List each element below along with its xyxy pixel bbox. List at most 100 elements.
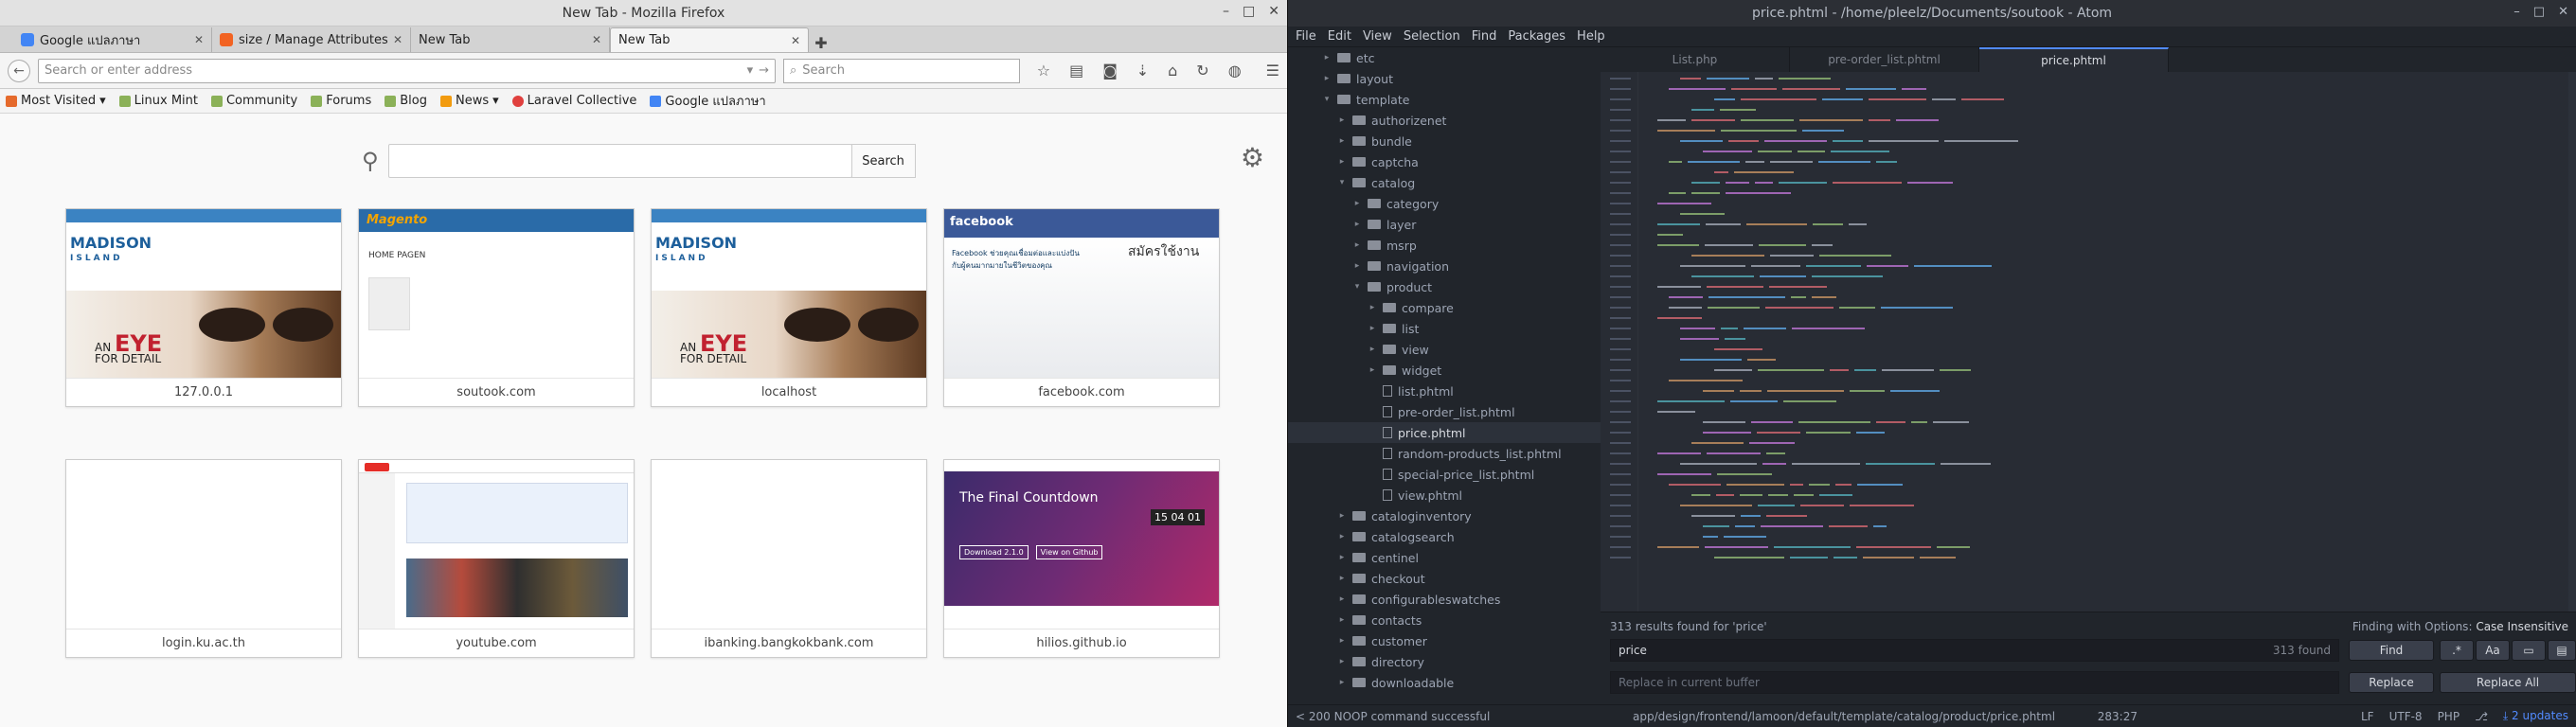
regex-toggle-icon[interactable]: .* [2440, 640, 2474, 661]
whole-word-toggle-icon[interactable]: ▤ [2548, 640, 2576, 661]
editor-tab-list-php[interactable]: List.php [1601, 47, 1790, 72]
pocket-icon[interactable]: ◙ [1102, 62, 1118, 80]
chevron-right-icon[interactable]: ▸ [1337, 532, 1347, 541]
tile-soutook[interactable]: Magento HOME PAGEN soutook.com [358, 208, 635, 407]
tile-localhost[interactable]: MADISON ISLAND AN EYE FOR DETAIL localhost [651, 208, 927, 407]
tab-manage-attributes[interactable]: size / Manage Attributes ... ✕ [212, 27, 411, 52]
tree-item[interactable]: ▾ product [1288, 276, 1601, 297]
editor-tab-pre-order[interactable]: pre-order_list.phtml [1790, 47, 1979, 72]
dropdown-arrow-icon[interactable]: ▾ [747, 63, 754, 78]
url-bar[interactable]: Search or enter address ▾ → [37, 58, 777, 83]
tree-item[interactable]: ▸ category [1288, 193, 1601, 214]
tab-new-tab-1[interactable]: New Tab ✕ [411, 27, 610, 52]
chevron-right-icon[interactable]: ▸ [1337, 574, 1347, 583]
tree-item[interactable]: ▸ cataloginventory [1288, 505, 1601, 526]
bookmark-star-icon[interactable]: ☆ [1037, 62, 1050, 80]
tree-item[interactable]: ▸ navigation [1288, 256, 1601, 276]
chevron-right-icon[interactable]: ▸ [1337, 636, 1347, 646]
tree-item[interactable]: ▸ captcha [1288, 151, 1601, 172]
editor-tab-price[interactable]: price.phtml [1979, 47, 2169, 72]
tree-item[interactable]: ▸ directory [1288, 651, 1601, 672]
chevron-down-icon[interactable]: ▾ [1352, 282, 1362, 292]
reading-list-icon[interactable]: ▤ [1069, 62, 1083, 80]
tree-item[interactable]: ▸ downloadable [1288, 672, 1601, 693]
chevron-right-icon[interactable]: ▸ [1337, 136, 1347, 146]
tree-item[interactable]: random-products_list.phtml [1288, 443, 1601, 464]
tree-item[interactable]: ▸ centinel [1288, 547, 1601, 568]
chevron-right-icon[interactable]: ▸ [1337, 594, 1347, 604]
bookmark-most-visited[interactable]: Most Visited ▾ [6, 94, 106, 108]
find-query[interactable]: price [1619, 644, 2273, 657]
menu-view[interactable]: View [1363, 29, 1392, 44]
tree-item[interactable]: ▸ widget [1288, 360, 1601, 381]
menu-selection[interactable]: Selection [1404, 29, 1460, 44]
sync-icon[interactable]: ↻ [1196, 62, 1208, 80]
tree-item[interactable]: ▸ checkout [1288, 568, 1601, 589]
tab-close-icon[interactable]: ✕ [592, 33, 601, 46]
tree-item[interactable]: ▾ template [1288, 89, 1601, 110]
chevron-right-icon[interactable]: ▸ [1368, 324, 1377, 333]
tree-item[interactable]: list.phtml [1288, 381, 1601, 401]
ntp-search-input[interactable] [387, 144, 852, 178]
find-button[interactable]: Find [2349, 640, 2434, 661]
menu-edit[interactable]: Edit [1328, 29, 1351, 44]
maximize-icon[interactable]: □ [1243, 4, 1255, 19]
go-arrow-icon[interactable]: → [759, 63, 769, 78]
find-input[interactable]: price 313 found [1610, 639, 2339, 662]
chevron-right-icon[interactable]: ▸ [1337, 157, 1347, 167]
bookmark-news[interactable]: News ▾ [439, 94, 499, 108]
close-icon[interactable]: ✕ [1268, 4, 1279, 19]
chevron-right-icon[interactable]: ▸ [1337, 511, 1347, 521]
chevron-right-icon[interactable]: ▸ [1337, 115, 1347, 125]
chat-icon[interactable]: ◍ [1228, 62, 1242, 80]
bookmark-laravel-collective[interactable]: Laravel Collective [511, 94, 636, 108]
tree-item[interactable]: view.phtml [1288, 485, 1601, 505]
bookmark-forums[interactable]: Forums [311, 94, 371, 108]
tree-item[interactable]: price.phtml [1288, 422, 1601, 443]
bookmark-community[interactable]: Community [210, 94, 297, 108]
tile-hilios[interactable]: The Final Countdown 15 04 01 Download 2.… [943, 459, 1220, 658]
tile-127-0-0-1[interactable]: MADISON ISLAND AN EYE FOR DETAIL 127.0.0.1 [65, 208, 342, 407]
menu-file[interactable]: File [1296, 29, 1316, 44]
status-line-ending[interactable]: LF [2361, 710, 2374, 723]
chevron-right-icon[interactable]: ▸ [1337, 615, 1347, 625]
tree-item[interactable]: ▸ compare [1288, 297, 1601, 318]
chevron-right-icon[interactable]: ▸ [1337, 657, 1347, 666]
tree-item[interactable]: pre-order_list.phtml [1288, 401, 1601, 422]
tile-bangkokbank[interactable]: ibanking.bangkokbank.com [651, 459, 927, 658]
back-arrow-icon[interactable]: ← [8, 59, 30, 82]
tree-item[interactable]: ▸ authorizenet [1288, 110, 1601, 131]
status-encoding[interactable]: UTF-8 [2389, 710, 2423, 723]
tree-item[interactable]: ▸ customer [1288, 630, 1601, 651]
new-tab-plus-icon[interactable]: ✚ [809, 34, 833, 52]
tree-item[interactable]: ▸ contacts [1288, 610, 1601, 630]
downloads-icon[interactable]: ⇣ [1136, 62, 1149, 80]
tree-item[interactable]: ▸ etc [1288, 47, 1601, 68]
tree-item[interactable]: ▸ layout [1288, 68, 1601, 89]
maximize-icon[interactable]: □ [2533, 5, 2545, 19]
chevron-right-icon[interactable]: ▸ [1337, 678, 1347, 687]
home-icon[interactable]: ⌂ [1168, 62, 1177, 80]
status-updates[interactable]: ⤓ 2 updates [2503, 709, 2568, 723]
status-file-path[interactable]: app/design/frontend/lamoon/default/templ… [1633, 710, 2083, 723]
case-toggle-icon[interactable]: Aa [2476, 640, 2510, 661]
status-grammar[interactable]: PHP [2438, 710, 2460, 723]
hamburger-menu-icon[interactable]: ☰ [1266, 62, 1279, 80]
chevron-down-icon[interactable]: ▾ [1337, 178, 1347, 187]
chevron-down-icon[interactable]: ▾ [1322, 95, 1332, 104]
chevron-right-icon[interactable]: ▸ [1352, 220, 1362, 229]
tree-item[interactable]: ▸ layer [1288, 214, 1601, 235]
tree-item[interactable]: ▸ configurableswatches [1288, 589, 1601, 610]
tab-close-icon[interactable]: ✕ [393, 33, 402, 46]
ntp-search-button[interactable]: Search [850, 144, 916, 178]
tab-close-icon[interactable]: ✕ [194, 33, 204, 46]
chevron-right-icon[interactable]: ▸ [1352, 261, 1362, 271]
chevron-right-icon[interactable]: ▸ [1368, 303, 1377, 312]
code-area[interactable] [1601, 72, 2576, 612]
tree-item[interactable]: ▾ catalog [1288, 172, 1601, 193]
replace-all-button[interactable]: Replace All [2440, 672, 2576, 693]
tree-item[interactable]: ▸ msrp [1288, 235, 1601, 256]
minimize-icon[interactable]: – [1223, 4, 1229, 19]
tree-item[interactable]: ▸ list [1288, 318, 1601, 339]
bookmark-blog[interactable]: Blog [385, 94, 427, 108]
